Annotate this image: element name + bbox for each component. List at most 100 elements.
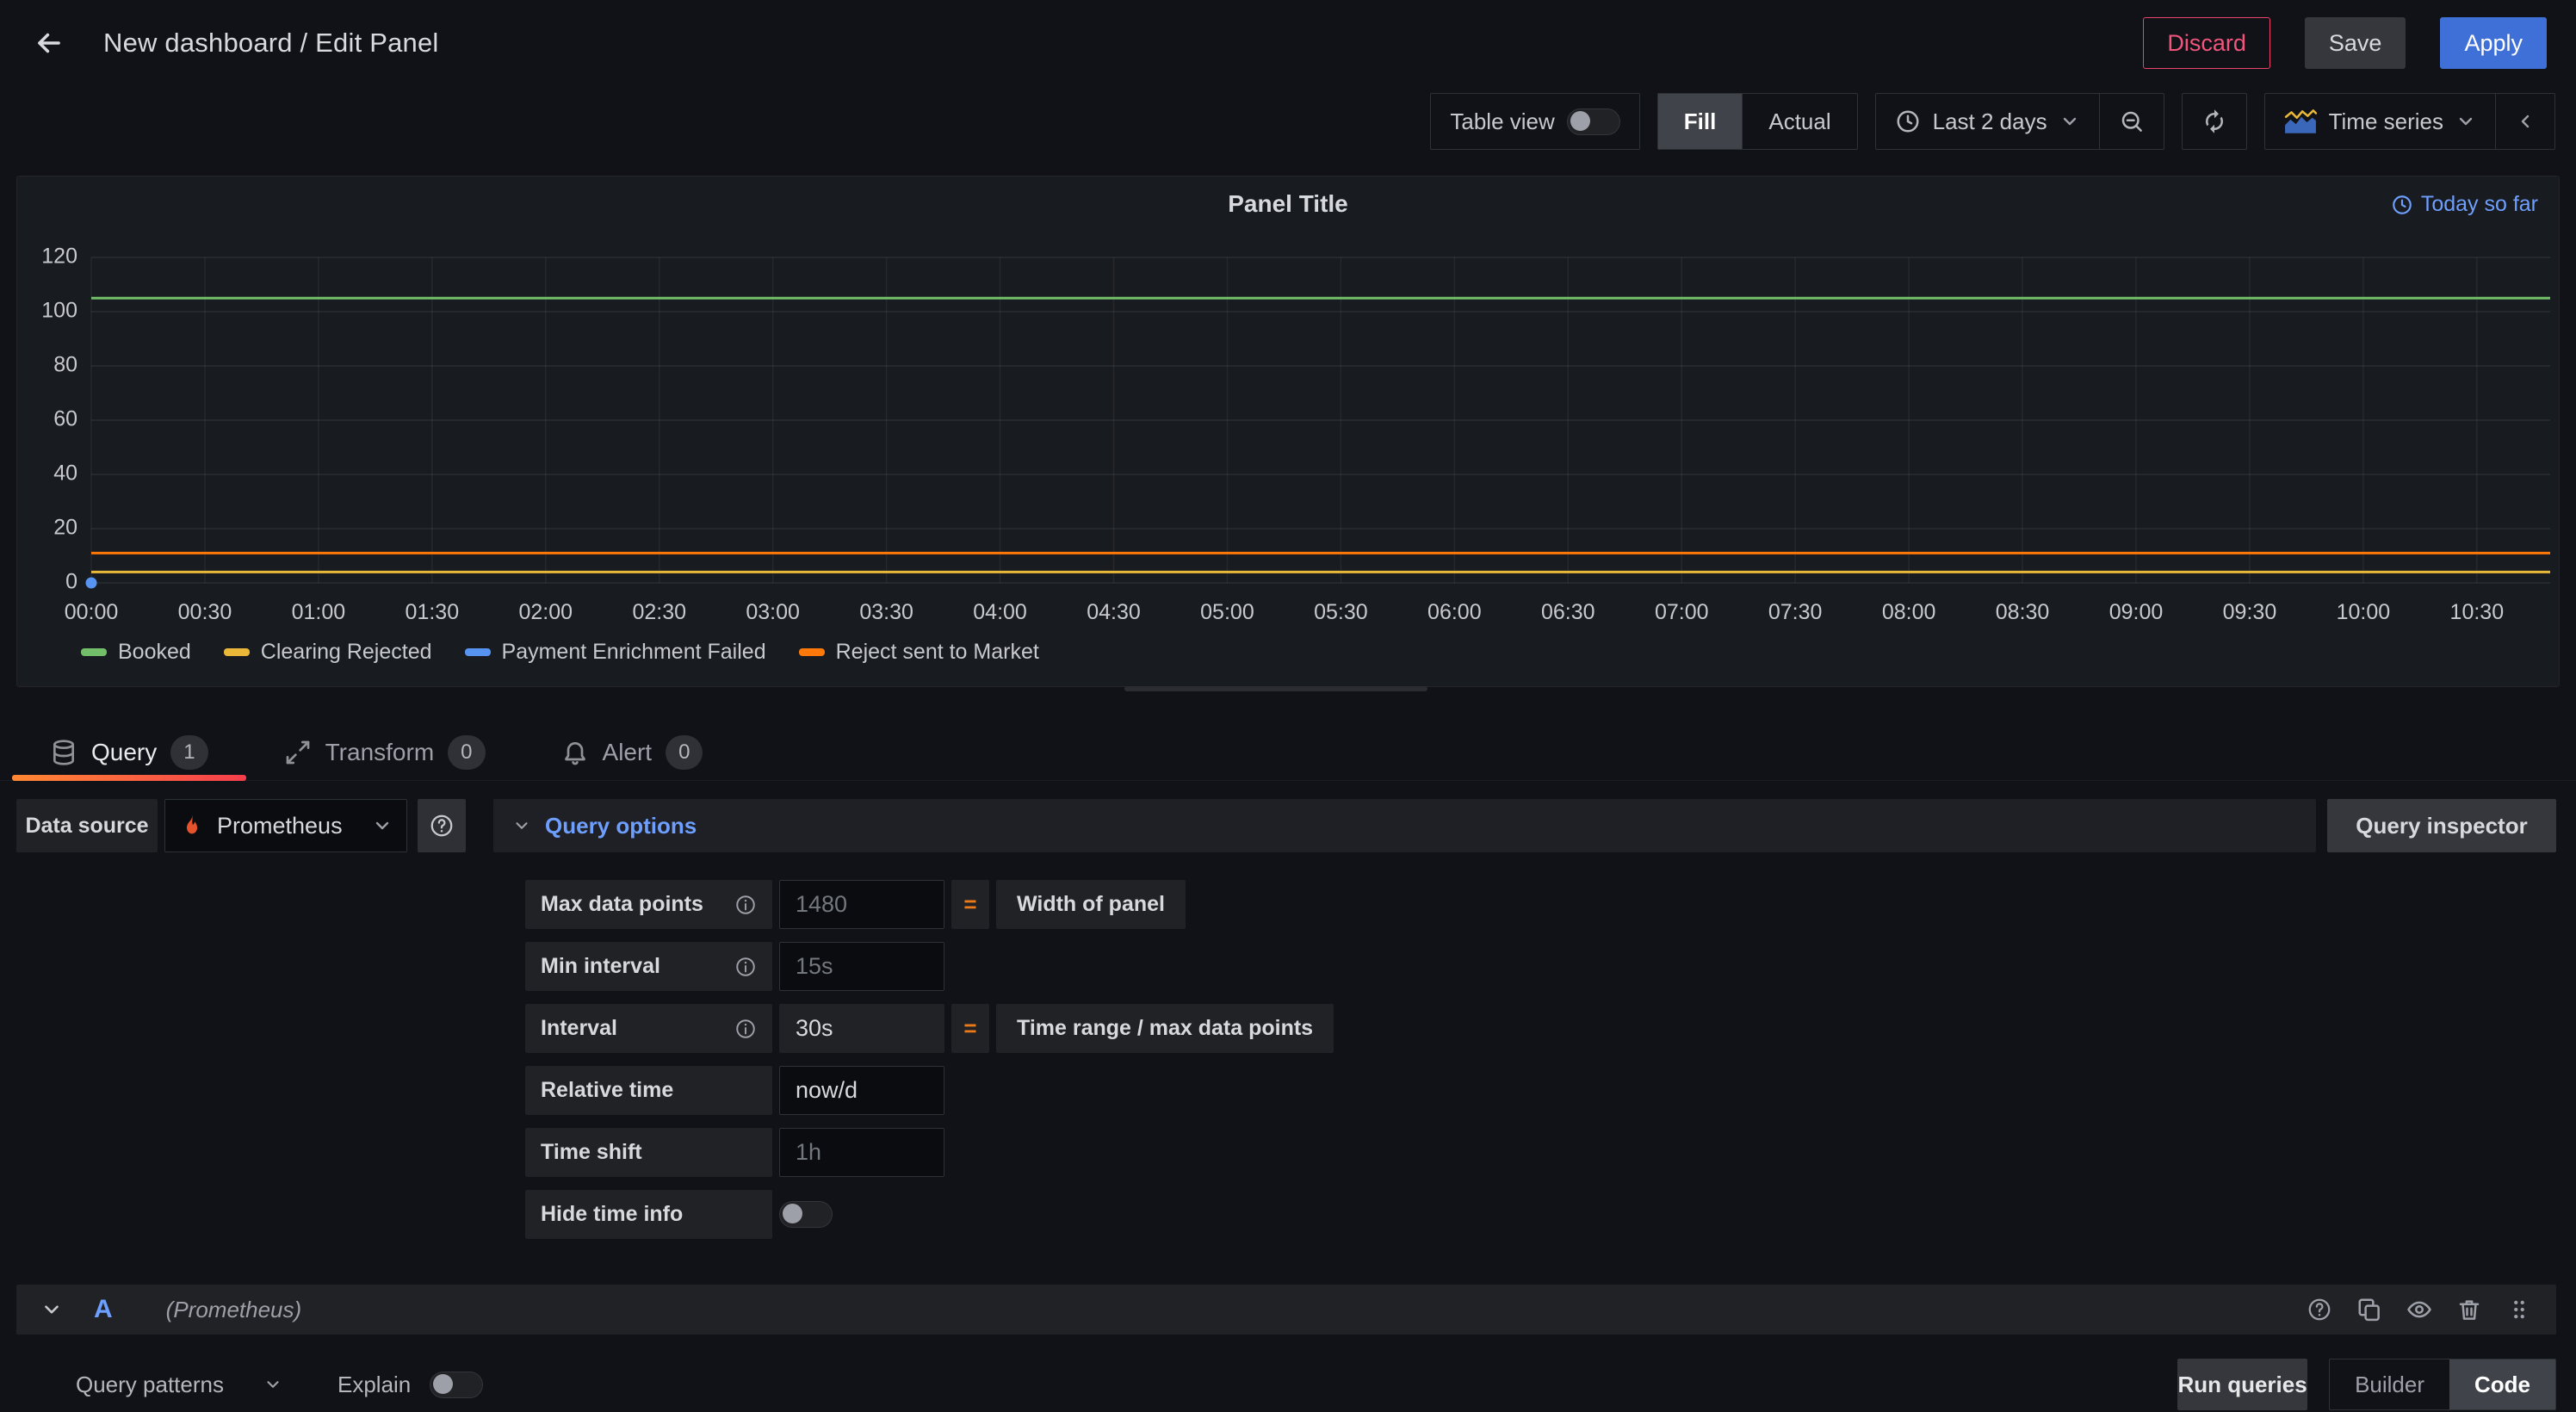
- svg-text:06:30: 06:30: [1541, 600, 1595, 624]
- viz-picker-group: Time series: [2264, 93, 2555, 150]
- svg-text:40: 40: [53, 461, 77, 486]
- hide-time-info-toggle[interactable]: [779, 1201, 833, 1228]
- svg-text:00:00: 00:00: [65, 600, 119, 624]
- legend-swatch: [465, 648, 491, 656]
- legend-label: Payment Enrichment Failed: [502, 640, 766, 665]
- info-icon[interactable]: [734, 894, 757, 916]
- svg-text:03:00: 03:00: [746, 600, 800, 624]
- svg-text:07:30: 07:30: [1768, 600, 1823, 624]
- panel-resize-handle[interactable]: [1124, 686, 1427, 691]
- nav-actions: Discard Save Apply: [2143, 17, 2547, 69]
- table-view-toggle[interactable]: [1567, 108, 1620, 135]
- legend-item[interactable]: Reject sent to Market: [799, 640, 1039, 665]
- refresh-button[interactable]: [2183, 94, 2246, 149]
- table-view-label: Table view: [1450, 108, 1554, 135]
- time-note-link[interactable]: Today so far: [2391, 192, 2538, 217]
- bell-icon: [561, 739, 589, 766]
- option-label: Interval: [525, 1004, 772, 1053]
- query-options-label: Query options: [545, 813, 697, 839]
- time-range-picker[interactable]: Last 2 days: [1876, 94, 2099, 149]
- database-icon: [50, 739, 77, 766]
- svg-text:100: 100: [41, 299, 77, 323]
- top-navbar: New dashboard / Edit Panel Discard Save …: [0, 0, 2576, 86]
- legend-item[interactable]: Booked: [81, 640, 191, 665]
- tab-alert[interactable]: Alert0: [523, 724, 741, 780]
- option-input[interactable]: 30s: [779, 1004, 944, 1053]
- fill-actual-group: Fill Actual: [1657, 93, 1858, 150]
- eye-icon[interactable]: [2406, 1297, 2432, 1322]
- chevron-down-icon: [2455, 111, 2476, 132]
- run-queries-button[interactable]: Run queries: [2177, 1359, 2307, 1410]
- tab-count-badge: 0: [448, 735, 485, 770]
- option-label: Time shift: [525, 1128, 772, 1177]
- builder-code-group: Builder Code: [2329, 1359, 2556, 1410]
- explain-control: Explain: [337, 1372, 483, 1398]
- time-range-group: Last 2 days: [1875, 93, 2164, 150]
- option-input[interactable]: 1480: [779, 880, 944, 929]
- transform-icon: [284, 739, 312, 766]
- explain-toggle[interactable]: [430, 1372, 483, 1398]
- option-input[interactable]: now/d: [779, 1066, 944, 1115]
- query-ref-id[interactable]: A: [94, 1295, 113, 1324]
- tab-label: Transform: [325, 739, 435, 766]
- builder-option[interactable]: Builder: [2330, 1359, 2449, 1409]
- discard-button[interactable]: Discard: [2143, 17, 2270, 69]
- query-actions: [2307, 1297, 2532, 1322]
- svg-text:06:00: 06:00: [1427, 600, 1482, 624]
- chevron-down-icon: [512, 816, 531, 835]
- svg-text:03:30: 03:30: [859, 600, 913, 624]
- svg-text:120: 120: [41, 245, 77, 269]
- svg-text:04:00: 04:00: [973, 600, 1027, 624]
- save-button[interactable]: Save: [2305, 17, 2406, 69]
- info-icon[interactable]: [734, 1018, 757, 1040]
- query-footer-row: Query patterns Explain Run queries Build…: [76, 1357, 2556, 1412]
- zoom-out-button[interactable]: [2099, 94, 2164, 149]
- tab-count-badge: 0: [666, 735, 703, 770]
- time-series-chart[interactable]: 02040608010012000:0000:3001:0001:3002:00…: [26, 238, 2550, 653]
- copy-icon[interactable]: [2356, 1297, 2382, 1322]
- collapse-options-button[interactable]: [2495, 94, 2554, 149]
- svg-text:00:30: 00:30: [178, 600, 232, 624]
- code-option[interactable]: Code: [2449, 1359, 2555, 1409]
- option-input[interactable]: 15s: [779, 942, 944, 991]
- actual-option[interactable]: Actual: [1742, 94, 1856, 149]
- chart-panel: Panel Title Today so far 020406080100120…: [16, 176, 2560, 687]
- svg-text:02:00: 02:00: [518, 600, 573, 624]
- time-series-viz-icon: [2284, 108, 2317, 134]
- info-icon[interactable]: [734, 956, 757, 978]
- option-input[interactable]: 1h: [779, 1128, 944, 1177]
- svg-text:01:00: 01:00: [292, 600, 346, 624]
- legend-swatch: [224, 648, 250, 656]
- tab-query[interactable]: Query1: [12, 724, 246, 780]
- legend-item[interactable]: Payment Enrichment Failed: [465, 640, 766, 665]
- explain-label: Explain: [337, 1372, 411, 1398]
- viz-picker[interactable]: Time series: [2265, 94, 2495, 149]
- query-patterns-label: Query patterns: [76, 1372, 224, 1398]
- option-label: Hide time info: [525, 1190, 772, 1239]
- help-circle-icon[interactable]: [2307, 1297, 2332, 1322]
- svg-text:0: 0: [65, 570, 77, 594]
- fill-option[interactable]: Fill: [1658, 94, 1743, 149]
- query-inspector-button[interactable]: Query inspector: [2327, 799, 2556, 852]
- refresh-group: [2182, 93, 2247, 150]
- back-arrow-icon[interactable]: [33, 27, 65, 59]
- equals-badge: =: [951, 880, 989, 929]
- legend-item[interactable]: Clearing Rejected: [224, 640, 432, 665]
- legend-swatch: [81, 648, 107, 656]
- query-patterns-dropdown[interactable]: Query patterns: [76, 1372, 282, 1398]
- trash-icon[interactable]: [2456, 1297, 2482, 1322]
- chart-legend: Booked Clearing Rejected Payment Enrichmen…: [81, 640, 1039, 665]
- svg-text:09:00: 09:00: [2109, 600, 2164, 624]
- datasource-help-button[interactable]: [418, 799, 466, 852]
- active-tab-underline: [12, 775, 246, 781]
- time-range-label: Last 2 days: [1933, 108, 2047, 135]
- collapse-query-icon[interactable]: [40, 1298, 63, 1321]
- tab-transform[interactable]: Transform 0: [246, 724, 523, 780]
- legend-label: Clearing Rejected: [261, 640, 432, 665]
- query-options-header[interactable]: Query options: [493, 799, 2316, 852]
- datasource-select[interactable]: Prometheus: [164, 799, 407, 852]
- apply-button[interactable]: Apply: [2440, 17, 2547, 69]
- equals-badge: =: [951, 1004, 989, 1053]
- option-note: Width of panel: [996, 880, 1186, 929]
- grip-icon[interactable]: [2506, 1297, 2532, 1322]
